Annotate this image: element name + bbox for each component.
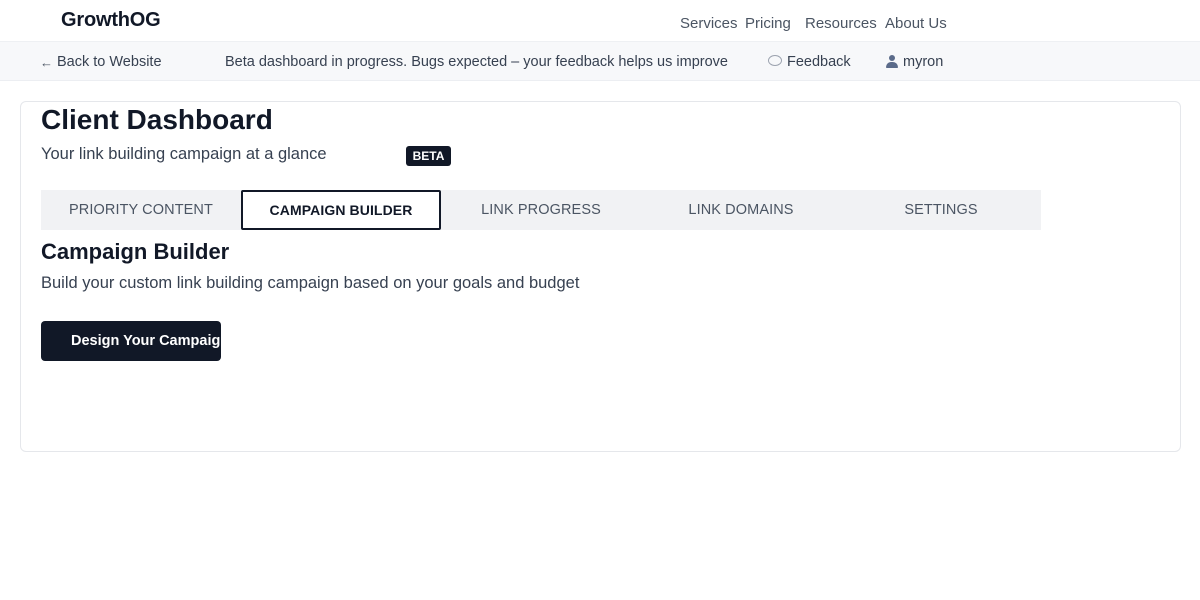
nav-link-about[interactable]: About Us [885, 15, 947, 32]
nav-link-services[interactable]: Services [680, 15, 738, 32]
nav-link-pricing[interactable]: Pricing [745, 15, 791, 32]
tab-priority-content[interactable]: PRIORITY CONTENT [41, 190, 241, 230]
brand-logo[interactable]: GrowthOG [61, 9, 161, 32]
username: myron [903, 54, 944, 70]
user-icon [885, 55, 899, 69]
section-title: Campaign Builder [41, 239, 230, 264]
speech-bubble-icon [768, 54, 782, 66]
section-description: Build your custom link building campaign… [41, 274, 580, 292]
feedback-button[interactable]: Feedback [768, 54, 851, 70]
user-menu[interactable]: myron [885, 54, 943, 70]
dashboard-card: Client Dashboard Your link building camp… [20, 101, 1181, 452]
feedback-label: Feedback [787, 54, 851, 70]
back-to-website-link[interactable]: ← Back to Website [40, 54, 162, 70]
page-title: Client Dashboard [41, 104, 273, 135]
tab-link-progress[interactable]: LINK PROGRESS [441, 190, 641, 230]
page-subtitle: Your link building campaign at a glance [41, 145, 327, 163]
tab-link-domains[interactable]: LINK DOMAINS [641, 190, 841, 230]
tab-campaign-builder[interactable]: CAMPAIGN BUILDER [241, 190, 441, 230]
dashboard-tabs: PRIORITY CONTENT CAMPAIGN BUILDER LINK P… [41, 190, 1041, 230]
beta-message: Beta dashboard in progress. Bugs expecte… [225, 54, 728, 70]
design-campaign-button[interactable]: Design Your Campaign [41, 321, 221, 361]
back-link-label: Back to Website [57, 54, 162, 70]
top-navbar: GrowthOG Services Pricing Resources Abou… [0, 0, 1200, 42]
tab-settings[interactable]: SETTINGS [841, 190, 1041, 230]
beta-badge: BETA [406, 146, 451, 166]
arrow-left-icon: ← [40, 54, 53, 70]
beta-info-bar: ← Back to Website Beta dashboard in prog… [0, 42, 1200, 81]
nav-link-resources[interactable]: Resources [805, 15, 877, 32]
